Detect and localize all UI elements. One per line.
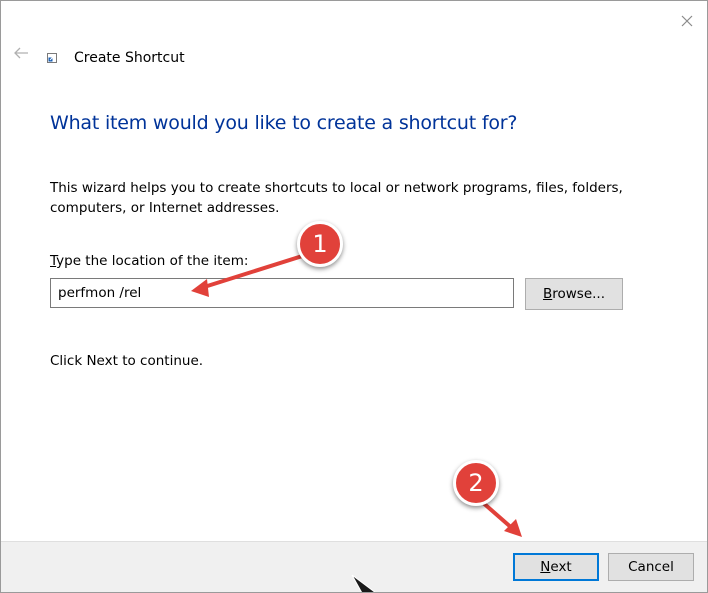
browse-label: rowse... [552, 286, 606, 302]
location-label-text: ype the location of the item: [56, 253, 249, 269]
shortcut-app-icon [47, 53, 57, 63]
window-title: Create Shortcut [74, 50, 185, 66]
continue-instruction: Click Next to continue. [50, 353, 204, 369]
wizard-header: Create Shortcut [1, 41, 707, 77]
next-button[interactable]: Next [513, 553, 599, 581]
browse-button[interactable]: Browse... [525, 278, 623, 310]
back-arrow-icon [14, 47, 28, 59]
next-access-key: N [540, 559, 551, 575]
close-icon [681, 15, 693, 27]
create-shortcut-window: Create Shortcut What item would you like… [0, 0, 708, 593]
location-input[interactable] [50, 278, 514, 308]
cancel-button[interactable]: Cancel [608, 553, 694, 581]
browse-access-key: B [542, 286, 553, 302]
annotation-arrowhead-2 [504, 519, 522, 537]
page-heading: What item would you like to create a sho… [50, 112, 518, 134]
annotation-arrow-2 [479, 499, 515, 531]
annotation-marker-1: 1 [297, 221, 343, 267]
close-button[interactable] [675, 9, 699, 33]
mouse-cursor-icon [351, 574, 376, 592]
wizard-description: This wizard helps you to create shortcut… [50, 180, 623, 216]
location-label: Type the location of the item: [50, 253, 248, 269]
next-label: ext [550, 559, 572, 575]
back-button[interactable] [9, 41, 33, 65]
annotation-marker-2: 2 [453, 460, 499, 506]
